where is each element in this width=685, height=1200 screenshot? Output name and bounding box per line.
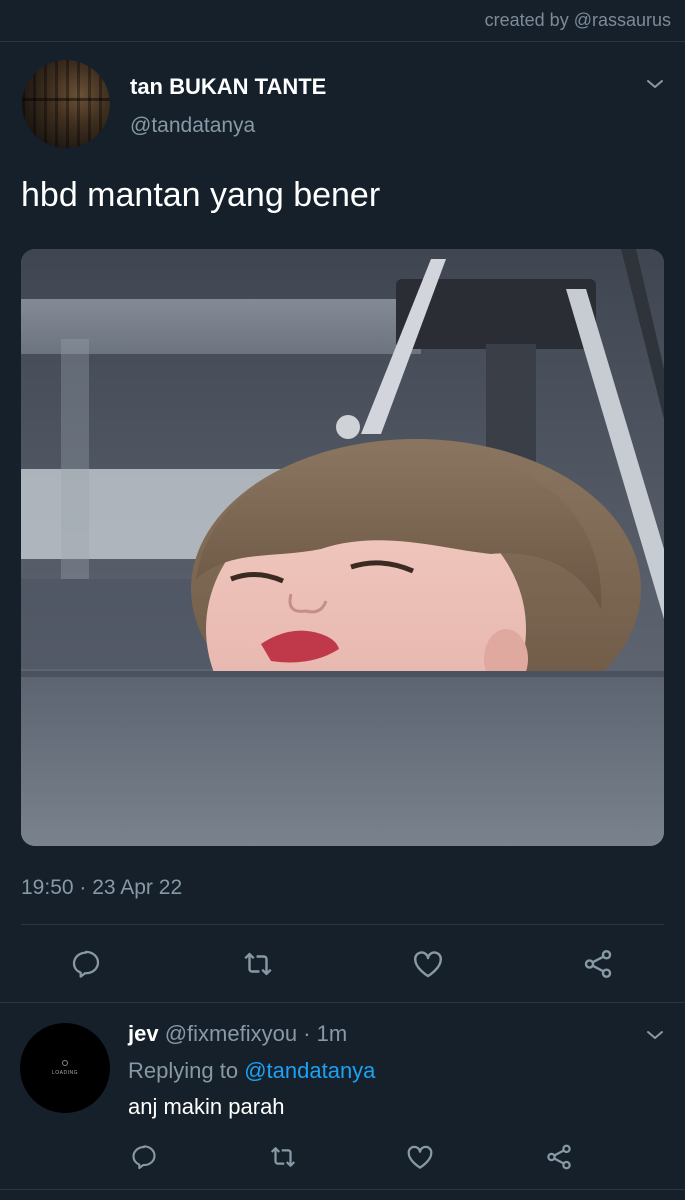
divider <box>0 41 685 42</box>
author-avatar[interactable] <box>22 60 110 148</box>
tweet-photo[interactable] <box>21 249 664 846</box>
author-handle[interactable]: @tandatanya <box>130 114 255 138</box>
divider <box>21 924 664 925</box>
reply-author-name[interactable]: jev <box>128 1021 159 1046</box>
tweet-actions <box>0 940 685 986</box>
credit-text: created by @rassaurus <box>484 10 671 30</box>
avatar-text: LOADING <box>51 1070 78 1076</box>
retweet-icon[interactable] <box>268 1142 298 1172</box>
divider <box>0 1189 685 1190</box>
reply-actions <box>0 1140 685 1176</box>
reply-time[interactable]: 1m <box>317 1021 348 1046</box>
divider <box>0 1002 685 1003</box>
loading-icon <box>62 1060 68 1066</box>
reply-author-handle[interactable]: @fixmefixyou <box>165 1021 297 1046</box>
replying-mention-link[interactable]: @tandatanya <box>244 1058 375 1083</box>
share-icon[interactable] <box>580 946 616 982</box>
retweet-icon[interactable] <box>240 946 276 982</box>
heart-icon[interactable] <box>410 946 446 982</box>
share-icon[interactable] <box>544 1142 574 1172</box>
tweet-text: hbd mantan yang bener <box>21 176 381 214</box>
reply-icon[interactable] <box>129 1142 159 1172</box>
chevron-down-icon[interactable] <box>645 1025 665 1045</box>
reply-header: jev @fixmefixyou · 1m <box>128 1021 347 1047</box>
reply-separator: · <box>303 1021 311 1046</box>
reply-icon[interactable] <box>68 946 104 982</box>
tweet-timestamp[interactable]: 19:50 · 23 Apr 22 <box>21 876 182 900</box>
reply-text: anj makin parah <box>128 1094 285 1119</box>
replying-to: Replying to @tandatanya <box>128 1058 375 1084</box>
reply-author-avatar[interactable]: LOADING <box>20 1023 110 1113</box>
author-display-name[interactable]: tan BUKAN TANTE <box>130 74 326 100</box>
replying-prefix: Replying to <box>128 1058 239 1083</box>
heart-icon[interactable] <box>405 1142 435 1172</box>
chevron-down-icon[interactable] <box>645 74 665 94</box>
